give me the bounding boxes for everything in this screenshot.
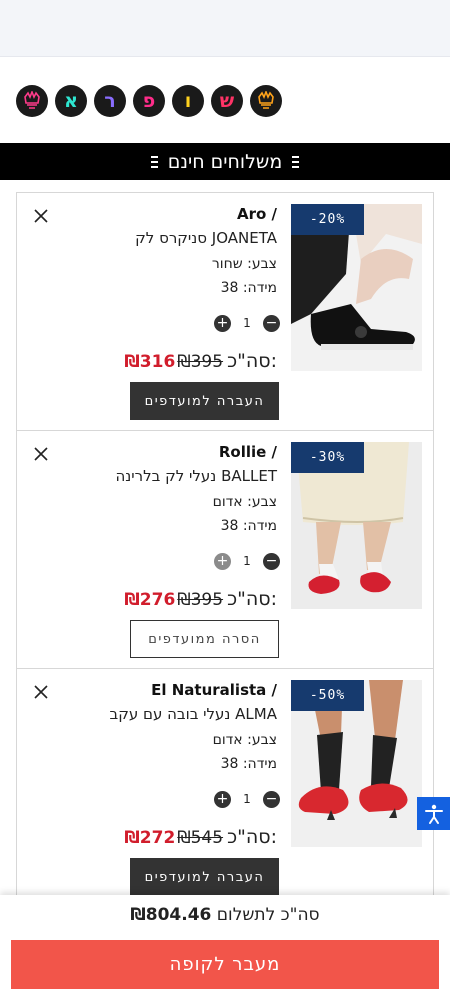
product-size: מידה: 38 [220,280,277,296]
quantity-minus-button[interactable]: − [263,315,280,332]
product-brand[interactable]: Rollie / [219,443,277,461]
quantity-minus-button[interactable]: − [263,553,280,570]
product-size: מידה: 38 [220,518,277,534]
total-label: סה"כ: [227,826,277,848]
item-total: ₪316 ₪395 סה"כ: [124,350,277,372]
quantity-plus-button[interactable]: + [214,791,231,808]
site-logo[interactable]: א ר פ ו ש [16,85,282,119]
accessibility-icon[interactable] [417,797,450,830]
sale-price: ₪316 [124,352,176,372]
logo-badge-left [16,85,48,117]
discount-badge: -50% [291,680,364,711]
cart-item: -50% El Naturalista / נעלי בובה עם עקב A… [17,669,433,907]
product-size: מידה: 38 [220,756,277,772]
cart-item: -30% Rollie / נעלי לק בלרינה BALLET צבע:… [17,431,433,669]
quantity-value: 1 [243,554,251,568]
quantity-value: 1 [243,792,251,806]
quantity-value: 1 [243,316,251,330]
total-label: סה"כ: [227,588,277,610]
free-shipping-banner: משלוחים חינם [0,143,450,180]
product-brand[interactable]: El Naturalista / [151,681,277,699]
original-price: ₪395 [177,590,224,610]
discount-badge: -20% [291,204,364,235]
quantity-minus-button[interactable]: − [263,791,280,808]
checkout-button[interactable]: מעבר לקופה [11,940,439,989]
remove-item-icon[interactable] [33,684,49,700]
remove-item-icon[interactable] [33,446,49,462]
remove-from-wishlist-button[interactable]: הסרה ממועדפים [130,620,279,658]
original-price: ₪545 [177,828,224,848]
top-bar [0,0,450,57]
logo-letter: ו [172,85,204,117]
original-price: ₪395 [177,352,224,372]
cart-items: -20% Aro / סניקרס לק JOANETA צבע: שחור מ… [16,192,434,912]
order-total-value: ₪804.46 [130,905,212,925]
move-to-wishlist-button[interactable]: העברה למועדפים [130,858,279,896]
product-name[interactable]: נעלי לק בלרינה BALLET [116,467,278,485]
quantity-stepper: + 1 − [214,315,280,333]
remove-item-icon[interactable] [33,208,49,224]
quantity-plus-button[interactable]: + [214,553,231,570]
logo-letter: פ [133,85,165,117]
product-color: צבע: אדום [212,494,277,510]
product-color: צבע: שחור [211,256,277,272]
product-brand[interactable]: Aro / [237,205,277,223]
discount-badge: -30% [291,442,364,473]
quantity-stepper: + 1 − [214,791,280,809]
cart-item: -20% Aro / סניקרס לק JOANETA צבע: שחור מ… [17,193,433,431]
logo-letter: ר [94,85,126,117]
logo-letter: ש [211,85,243,117]
banner-bars-icon [292,155,300,168]
product-name[interactable]: נעלי בובה עם עקב ALMA [110,705,277,723]
quantity-stepper: + 1 − [214,553,280,571]
banner-text: משלוחים חינם [167,150,283,173]
order-total-label: סה"כ לתשלום [216,905,320,925]
sale-price: ₪276 [124,590,176,610]
quantity-plus-button[interactable]: + [214,315,231,332]
logo-letter: א [55,85,87,117]
item-total: ₪276 ₪395 סה"כ: [124,588,277,610]
product-name[interactable]: סניקרס לק JOANETA [135,229,277,247]
item-total: ₪272 ₪545 סה"כ: [124,826,277,848]
banner-bars-icon [150,155,158,168]
checkout-footer: ₪804.46 סה"כ לתשלום מעבר לקופה [0,895,450,1000]
total-label: סה"כ: [227,350,277,372]
move-to-wishlist-button[interactable]: העברה למועדפים [130,382,279,420]
product-color: צבע: אדום [212,732,277,748]
order-total: ₪804.46 סה"כ לתשלום [0,905,450,925]
logo-badge-right [250,85,282,117]
sale-price: ₪272 [124,828,176,848]
